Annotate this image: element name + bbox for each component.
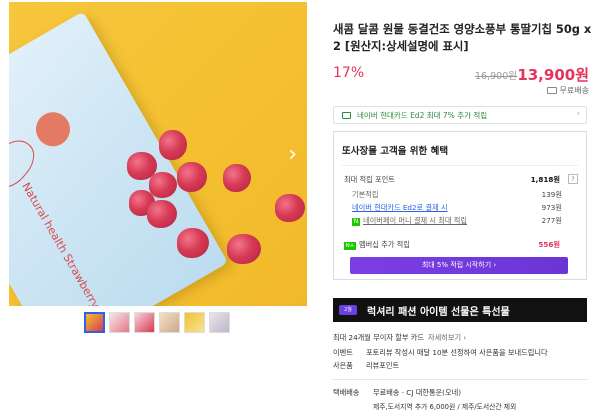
thumbnail-4[interactable] [159,312,180,333]
shipping-info: 무료배송 [546,85,589,96]
original-price: 16,900원 [475,71,517,82]
membership-value: 556원 [538,240,560,249]
max-points-label: 최대 적립 포인트 [344,175,395,184]
thumbnail-5[interactable] [184,312,205,333]
event-label: 이벤트 [333,348,353,357]
strawberry-chip [275,194,305,222]
membership-row: N+ 멤버십 추가 적립 556원 [344,240,578,252]
membership-icon: N+ [344,242,356,250]
divider [333,379,587,380]
thumbnail-strip [84,312,230,333]
card-icon [342,111,351,119]
max-points-row: 최대 적립 포인트 1,818원 ? [344,174,578,187]
event-text: 포토리뷰 작성시 매달 10분 선정하여 사은품을 보내드립니다 [366,348,548,357]
card-points-value: 973원 [541,203,562,212]
product-main-image: Natural health Strawberry Chips › [9,2,307,306]
card-points-row[interactable]: 네이버 현대카드 Ed2로 결제 시 973원 [344,203,578,215]
luxury-promo-banner[interactable]: 2월 럭셔리 패션 아이템 선물은 특선물 [333,298,587,322]
gift-text: 리뷰포인트 [366,361,400,370]
installment-text: 최대 24개월 무이자 할부 카드 [333,333,425,342]
promo-badge: 2월 [339,305,357,315]
divider [342,165,578,166]
luxury-promo-text: 럭셔리 패션 아이템 선물은 특선물 [367,306,510,318]
benefit-box: 또사장몰 고객을 위한 혜택 최대 적립 포인트 1,818원 ? 기본적립 1… [333,131,587,280]
thumbnail-6[interactable] [209,312,230,333]
product-title: 새콤 달콤 원물 동결건조 영양소풍부 통딸기칩 50g x 2 [원산지:상세… [333,22,592,53]
npay-points-row[interactable]: N 네이버페이 머니 결제 시 최대 적립 277원 [344,216,578,228]
strawberry-chip [177,162,207,192]
membership-label: 멤버십 추가 적립 [359,240,410,249]
chevron-right-icon: › [576,109,580,119]
delivery-text: 무료배송 · CJ 대한통운(오네) [373,388,462,397]
delivery-row: 택배배송 무료배송 · CJ 대한통운(오네) [333,388,461,398]
thumbnail-1[interactable] [84,312,105,333]
installment-more-link[interactable]: 자세히보기 › [428,333,466,342]
basic-points-row: 기본적립 139원 [344,190,578,202]
price-row: 17% 16,900원 13,900원 [333,64,595,84]
gift-row: 사은품 리뷰포인트 [333,361,399,371]
npay-icon: N [352,218,360,226]
card-points-link[interactable]: 네이버 현대카드 Ed2로 결제 시 [344,203,448,212]
card-promo-banner[interactable]: 네이버 현대카드 Ed2 최대 7% 추가 적립 › [333,106,587,124]
truck-icon [546,87,557,94]
strawberry-chip [227,234,261,264]
gift-label: 사은품 [333,361,353,370]
benefit-title: 또사장몰 고객을 위한 혜택 [342,146,449,157]
help-icon[interactable]: ? [568,174,578,184]
npay-points-value: 277원 [541,216,562,225]
sale-price: 13,900원 [517,66,589,84]
start-points-button[interactable]: 최대 5% 적립 시작하기 › [350,257,568,274]
basic-points-value: 139원 [541,190,562,199]
strawberry-chip [223,164,251,192]
npay-points-label[interactable]: 네이버페이 머니 결제 시 최대 적립 [363,216,467,225]
installment-row: 최대 24개월 무이자 할부 카드 자세히보기 › [333,333,466,343]
brand-stamp [29,106,77,153]
delivery-label: 택배배송 [333,388,360,397]
product-info-panel: 새콤 달콤 원물 동결건조 영양소풍부 통딸기칩 50g x 2 [원산지:상세… [333,0,595,411]
max-points-value: 1,818원 [530,175,560,184]
pouch-label: Natural health Strawberry Chips [19,180,120,306]
card-promo-text: 네이버 현대카드 Ed2 최대 7% 추가 적립 [357,110,488,120]
strawberry-chip [159,130,187,160]
next-image-chevron-icon[interactable]: › [288,144,297,166]
thumbnail-2[interactable] [109,312,130,333]
discount-rate: 17% [333,65,365,81]
delivery-subtext: 제주,도서지역 추가 6,000원 / 제주/도서산간 제외 [373,403,517,411]
event-row: 이벤트 포토리뷰 작성시 매달 10분 선정하여 사은품을 보내드립니다 [333,348,548,358]
thumbnail-3[interactable] [134,312,155,333]
shipping-label: 무료배송 [559,86,589,95]
product-pouch: Natural health Strawberry Chips [9,11,229,306]
basic-points-label: 기본적립 [352,190,379,199]
